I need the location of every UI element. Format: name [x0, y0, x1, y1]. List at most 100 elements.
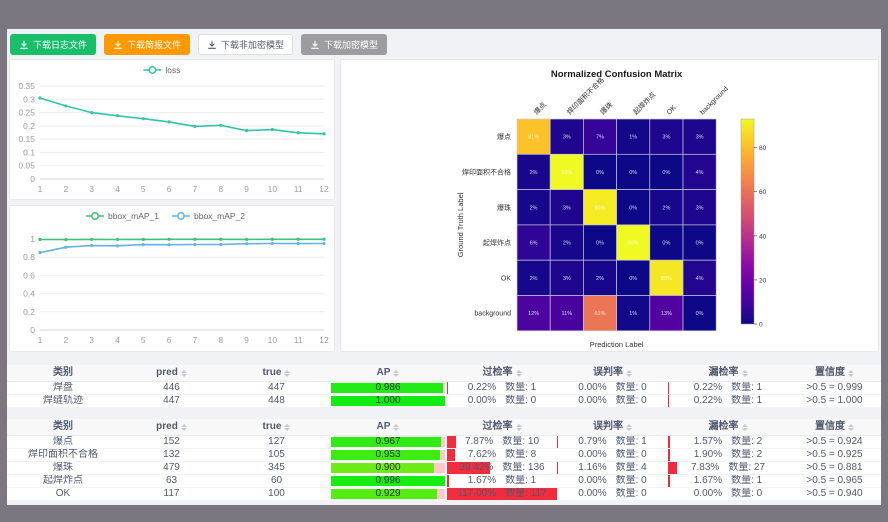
rate-bar [447, 449, 455, 461]
svg-text:4: 4 [115, 184, 120, 194]
cell-confidence: >0.5 = 1.000 [788, 395, 881, 407]
download-icon [19, 40, 29, 50]
download-encrypted-model-button[interactable]: 下载加密模型 [301, 34, 387, 55]
cell-class: 焊盘 [7, 382, 119, 394]
cell-pred: 446 [119, 382, 224, 394]
svg-text:81%: 81% [528, 135, 539, 141]
loss-chart: 00.050.10.150.20.250.30.3512345678910111… [10, 60, 334, 199]
cell-pred: 152 [119, 436, 224, 448]
legend-item-bbox_mAP_1[interactable]: bbox_mAP_1 [86, 211, 159, 221]
cell-confidence: >0.5 = 0.940 [788, 488, 881, 500]
cell-class: 起焊炸点 [7, 475, 119, 487]
rate-text: 1.57%数量: 2 [694, 436, 762, 448]
svg-text:8: 8 [218, 184, 223, 194]
legend-item-loss[interactable]: loss [143, 65, 180, 75]
cell-true: 345 [224, 462, 329, 474]
ap-value: 0.929 [329, 488, 447, 500]
svg-text:2%: 2% [596, 276, 604, 282]
cell-true: 127 [224, 436, 329, 448]
svg-text:0%: 0% [662, 241, 670, 247]
sort-carets-icon[interactable] [742, 424, 748, 431]
svg-text:0.1: 0.1 [23, 147, 35, 157]
col-header-过检率[interactable]: 过检率 [447, 419, 557, 435]
svg-text:3%: 3% [662, 135, 670, 141]
cell-misjudge-rate: 0.00%数量: 0 [557, 395, 668, 407]
svg-text:爆珠: 爆珠 [497, 203, 511, 212]
cell-pred: 447 [119, 395, 224, 407]
sort-carets-icon[interactable] [742, 370, 748, 377]
sort-carets-icon[interactable] [393, 370, 399, 377]
svg-text:6: 6 [167, 184, 172, 194]
confusion-matrix-card: Normalized Confusion Matrix81%3%7%1%3%3%… [340, 59, 879, 352]
sort-carets-icon[interactable] [284, 370, 290, 377]
cell-ap: 0.900 [329, 462, 447, 474]
rate-text: 0.00%数量: 0 [578, 395, 646, 407]
svg-text:13%: 13% [661, 311, 672, 317]
col-header-误判率[interactable]: 误判率 [557, 365, 668, 381]
sort-carets-icon[interactable] [516, 370, 522, 377]
rate-text: 7.62%数量: 8 [468, 449, 536, 461]
svg-text:0.35: 0.35 [18, 81, 35, 91]
col-header-pred[interactable]: pred [119, 365, 224, 381]
cell-class: 焊印面积不合格 [7, 449, 119, 461]
table-row: 起焊炸点63600.9961.67%数量: 10.00%数量: 01.67%数量… [7, 475, 881, 488]
col-header-置信度[interactable]: 置信度 [788, 365, 881, 381]
cell-miss-rate: 7.83%数量: 27 [668, 462, 788, 474]
sort-carets-icon[interactable] [848, 370, 854, 377]
col-header-true[interactable]: true [224, 419, 329, 435]
svg-text:6%: 6% [530, 241, 538, 247]
col-header-误判率[interactable]: 误判率 [557, 419, 668, 435]
ap-value: 1.000 [329, 395, 447, 407]
col-header-漏检率[interactable]: 漏检率 [668, 365, 788, 381]
col-header-过检率[interactable]: 过检率 [447, 365, 557, 381]
svg-text:89%: 89% [661, 276, 672, 282]
svg-text:1: 1 [30, 234, 35, 244]
sort-carets-icon[interactable] [626, 370, 632, 377]
cell-class: 爆点 [7, 436, 119, 448]
rate-bar [668, 475, 670, 487]
rate-text: 0.22%数量: 1 [694, 395, 762, 407]
col-header-置信度[interactable]: 置信度 [788, 419, 881, 435]
cell-miss-rate: 0.00%数量: 0 [668, 488, 788, 500]
legend-item-bbox_mAP_2[interactable]: bbox_mAP_2 [172, 211, 245, 221]
col-header-pred[interactable]: pred [119, 419, 224, 435]
svg-text:0.8: 0.8 [23, 252, 35, 262]
table-row: 焊缝轨迹4474481.0000.00%数量: 00.00%数量: 00.22%… [7, 395, 881, 408]
rate-text: 0.00%数量: 0 [694, 488, 762, 500]
svg-text:2%: 2% [563, 241, 571, 247]
download-icon [207, 40, 217, 50]
rate-bar [447, 382, 448, 394]
col-header-AP[interactable]: AP [329, 365, 447, 381]
svg-text:6: 6 [167, 335, 172, 345]
svg-text:10: 10 [268, 184, 278, 194]
col-header-漏检率[interactable]: 漏检率 [668, 419, 788, 435]
svg-text:3%: 3% [563, 135, 571, 141]
rate-bar [557, 436, 558, 448]
download-report-button[interactable]: 下载简报文件 [104, 34, 190, 55]
sort-carets-icon[interactable] [848, 424, 854, 431]
sort-carets-icon[interactable] [181, 370, 187, 377]
col-header-AP[interactable]: AP [329, 419, 447, 435]
rate-bar [447, 436, 456, 448]
sort-carets-icon[interactable] [626, 424, 632, 431]
sort-carets-icon[interactable] [181, 424, 187, 431]
svg-text:90%: 90% [594, 205, 605, 211]
sort-carets-icon[interactable] [393, 424, 399, 431]
download-icon [310, 40, 320, 50]
cell-overkill-rate: 117.00%数量: 117 [447, 488, 557, 500]
series-bbox_mAP_1 [38, 238, 325, 242]
col-header-true[interactable]: true [224, 365, 329, 381]
svg-text:3%: 3% [563, 205, 571, 211]
svg-text:40: 40 [759, 233, 767, 240]
svg-text:焊印面积不合格: 焊印面积不合格 [462, 167, 511, 176]
svg-text:0.2: 0.2 [23, 307, 35, 317]
sort-carets-icon[interactable] [516, 424, 522, 431]
cell-misjudge-rate: 0.00%数量: 0 [557, 475, 668, 487]
sort-carets-icon[interactable] [284, 424, 290, 431]
svg-text:爆珠: 爆珠 [598, 100, 614, 116]
download-plain-model-button[interactable]: 下载非加密模型 [198, 34, 293, 55]
download-log-button[interactable]: 下载日志文件 [10, 34, 96, 55]
cell-pred: 132 [119, 449, 224, 461]
download-icon [113, 40, 123, 50]
svg-text:起焊炸点: 起焊炸点 [631, 90, 657, 116]
